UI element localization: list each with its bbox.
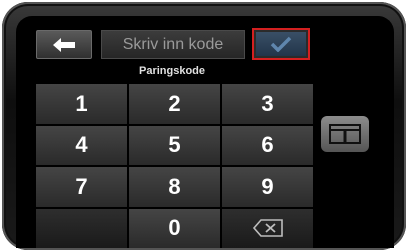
arrow-left-icon <box>53 37 75 52</box>
keyboard-toggle-icon <box>329 124 361 144</box>
key-9[interactable]: 9 <box>222 167 313 207</box>
confirm-button-face <box>256 32 306 56</box>
top-bar: Skriv inn kode <box>16 16 394 66</box>
backspace-icon <box>252 219 283 238</box>
screen: Skriv inn kode Paringskode 1 2 3 4 5 6 7… <box>16 16 394 248</box>
key-4[interactable]: 4 <box>36 125 127 165</box>
keyboard-toggle-button[interactable] <box>321 116 369 152</box>
key-6[interactable]: 6 <box>222 125 313 165</box>
key-2[interactable]: 2 <box>129 84 220 124</box>
key-5[interactable]: 5 <box>129 125 220 165</box>
field-label: Paringskode <box>138 65 206 77</box>
key-blank <box>36 208 127 248</box>
key-8[interactable]: 8 <box>129 167 220 207</box>
backspace-button[interactable] <box>222 208 313 248</box>
key-1[interactable]: 1 <box>36 84 127 124</box>
key-7[interactable]: 7 <box>36 167 127 207</box>
code-input[interactable]: Skriv inn kode <box>101 30 245 59</box>
device-frame: Skriv inn kode Paringskode 1 2 3 4 5 6 7… <box>2 2 406 250</box>
confirm-button[interactable] <box>252 28 310 60</box>
key-3[interactable]: 3 <box>222 84 313 124</box>
key-0[interactable]: 0 <box>129 208 220 248</box>
back-button[interactable] <box>36 30 92 59</box>
keypad: 1 2 3 4 5 6 7 8 9 0 <box>36 84 313 248</box>
checkmark-icon <box>270 36 292 52</box>
code-placeholder: Skriv inn kode <box>122 35 224 53</box>
